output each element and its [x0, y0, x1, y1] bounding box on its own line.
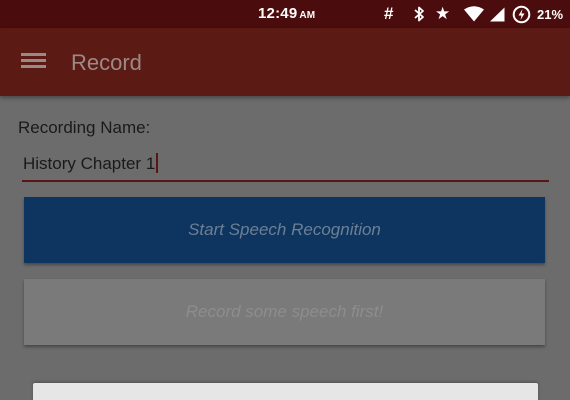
page-title: Record: [71, 50, 142, 75]
bluetooth-icon: [414, 6, 424, 22]
start-speech-recognition-label: Start Speech Recognition: [188, 220, 381, 239]
status-time: 12:49 AM: [258, 5, 315, 22]
record-speech-first-button: Record some speech first!: [24, 279, 545, 345]
battery-percent: 21%: [537, 7, 564, 22]
star-icon: ★: [435, 4, 451, 23]
recording-name-value: History Chapter 1: [23, 154, 156, 173]
text-cursor: [156, 153, 158, 173]
status-time-value: 12:49: [258, 5, 298, 22]
status-time-ampm: AM: [299, 10, 316, 21]
start-speech-recognition-button[interactable]: Start Speech Recognition: [24, 197, 545, 263]
battery-saver-icon: [512, 5, 531, 24]
recording-name-input[interactable]: History Chapter 1: [22, 150, 549, 182]
signal-icon: [490, 7, 505, 22]
recording-name-label: Recording Name:: [18, 118, 151, 137]
hash-icon: #: [384, 4, 394, 23]
app-bar: Record: [0, 28, 570, 96]
status-bar: 12:49 AM # ★ 21%: [0, 0, 570, 28]
bottom-card: [33, 383, 538, 400]
wifi-icon: [464, 6, 484, 22]
record-speech-first-label: Record some speech first!: [185, 302, 384, 321]
hamburger-menu-icon[interactable]: [21, 52, 46, 70]
